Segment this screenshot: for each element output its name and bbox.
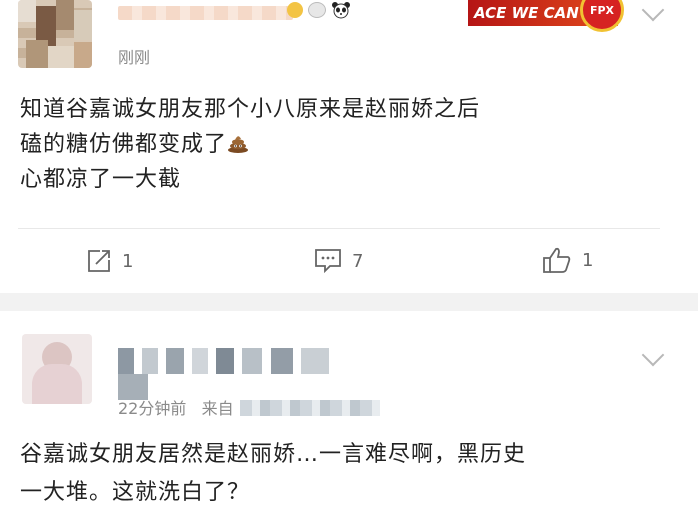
content-line: 知道谷嘉诚女朋友那个小八原来是赵丽娇之后 (20, 97, 481, 122)
content-text: 磕的糖仿佛都变成了 (20, 132, 228, 157)
panda-icon (331, 1, 351, 19)
poop-emoji-icon (227, 129, 249, 153)
avatar[interactable] (18, 0, 92, 68)
repost-icon (88, 250, 110, 272)
emoji-face-icon (287, 1, 303, 18)
comment-count: 7 (352, 250, 364, 272)
avatar[interactable] (22, 334, 92, 404)
like-count: 1 (582, 249, 594, 271)
emoji-sticker-icon (308, 1, 327, 18)
feed-separator (0, 293, 698, 311)
team-logo: FPX (580, 0, 624, 32)
content-line: 磕的糖仿佛都变成了 (20, 127, 660, 162)
post-meta: 22分钟前 来自 (118, 395, 380, 419)
divider (18, 228, 660, 229)
thumbs-up-icon (543, 247, 571, 273)
emoji-badges (287, 0, 351, 19)
source-label: 来自 (201, 399, 234, 418)
content-line: 心都凉了一大截 (20, 167, 182, 192)
post-content: 谷嘉诚女朋友居然是赵丽娇…一言难尽啊，黑历史 一大堆。这就洗白了？ (20, 436, 680, 512)
chevron-down-icon[interactable] (641, 343, 665, 367)
repost-count: 1 (122, 250, 134, 272)
post-time: 22分钟前 (118, 399, 187, 418)
username-blurred[interactable] (118, 348, 348, 400)
chevron-down-icon[interactable] (641, 0, 665, 22)
content-line: 一大堆。这就洗白了？ (20, 480, 251, 505)
username-blurred[interactable] (118, 6, 293, 20)
comment-button[interactable]: 7 (314, 248, 363, 274)
content-line: 谷嘉诚女朋友居然是赵丽娇…一言难尽啊，黑历史 (20, 442, 527, 467)
comment-icon (315, 249, 341, 274)
like-button[interactable]: 1 (542, 246, 593, 274)
post-time: 刚刚 (118, 48, 151, 67)
repost-button[interactable]: 1 (86, 248, 133, 274)
post-content: 知道谷嘉诚女朋友那个小八原来是赵丽娇之后 磕的糖仿佛都变成了 心都凉了一大截 (20, 92, 660, 197)
source-blurred[interactable] (239, 400, 380, 416)
